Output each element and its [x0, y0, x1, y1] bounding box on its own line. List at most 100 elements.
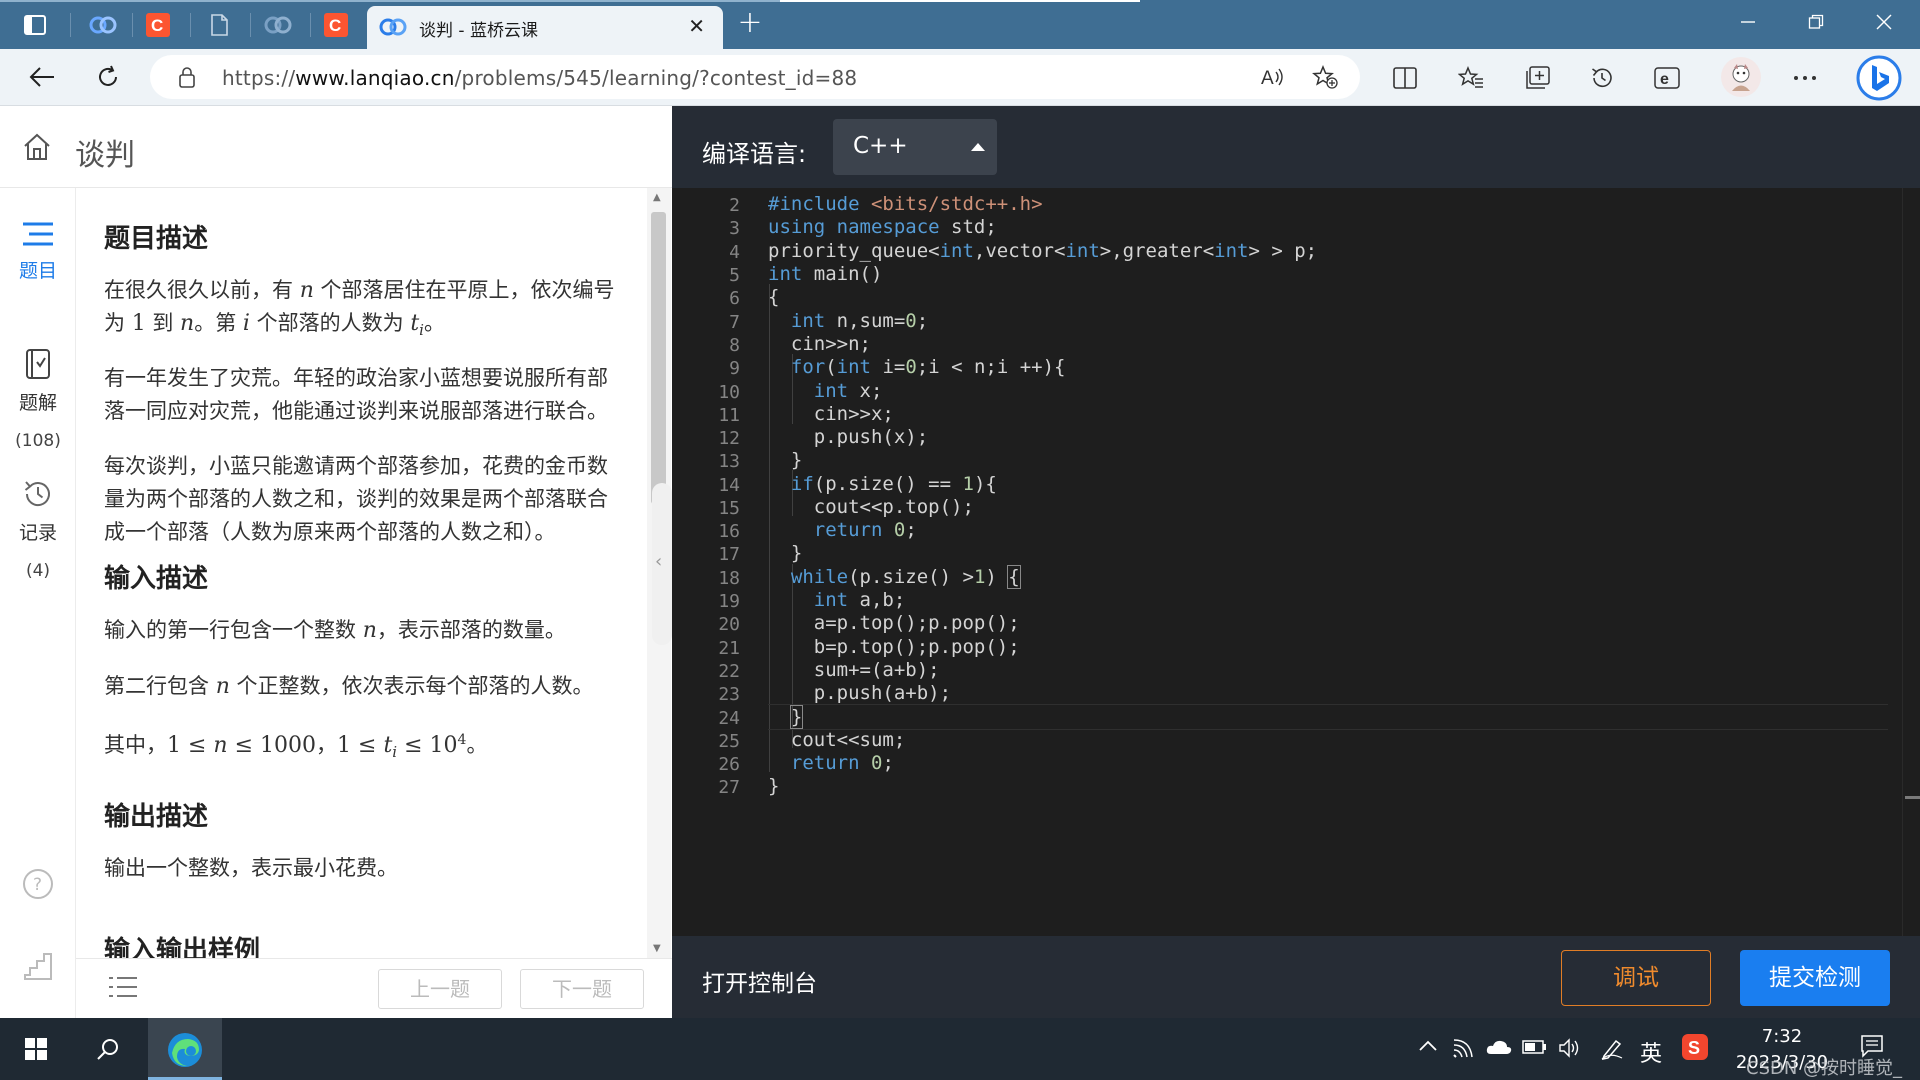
split-screen-icon[interactable]	[1388, 61, 1422, 95]
scrollbar-thumb[interactable]	[651, 212, 666, 504]
active-tab-title: 谈判 - 蓝桥云课	[419, 21, 538, 41]
line-number: 23	[718, 684, 740, 705]
sogou-input-icon[interactable]: S	[1682, 1034, 1708, 1065]
submit-button[interactable]: 提交检测	[1740, 950, 1890, 1006]
code-line-19: int a,b;	[813, 589, 906, 611]
code-line-20: a=p.top();p.pop();	[768, 612, 1020, 634]
code-line-14: if(p.size() == 1){	[790, 473, 997, 495]
internet-explorer-mode-icon[interactable]: e	[1650, 61, 1684, 95]
panel-collapse-handle[interactable]: ‹	[652, 483, 672, 645]
code-line-3: using namespace std;	[768, 216, 997, 238]
description-paragraph-2: 有一年发生了灾荒。年轻的政治家小蓝想要说服所有部落一同应对灾荒，他能通过谈判来说…	[104, 366, 608, 423]
rail-item-problem[interactable]: 题目	[0, 220, 76, 283]
description-paragraph-1: 在很久很久以前，有 n 个部落居住在平原上，依次编号为 1 到 n。第 i 个部…	[104, 278, 615, 340]
next-problem-button[interactable]: 下一题	[520, 969, 644, 1009]
debug-button[interactable]: 调试	[1561, 950, 1711, 1006]
address-bar[interactable]: https://www.lanqiao.cn/problems/545/lear…	[150, 55, 1360, 99]
tab-lanqiao-favicon-icon[interactable]	[80, 8, 126, 42]
help-icon[interactable]: ?	[0, 868, 76, 904]
scroll-down-arrow-icon[interactable]: ▼	[653, 943, 661, 954]
volume-speaker-icon[interactable]	[1558, 1038, 1582, 1063]
tab-actions-icon[interactable]	[12, 8, 58, 42]
minimize-window-icon[interactable]	[1720, 0, 1776, 46]
tab-divider	[132, 13, 133, 37]
favorites-icon[interactable]	[1454, 61, 1488, 95]
tab-divider	[190, 13, 191, 37]
battery-icon[interactable]	[1522, 1038, 1548, 1060]
line-number: 25	[718, 731, 740, 752]
ime-language-indicator[interactable]: 英	[1640, 1036, 1662, 1068]
add-favorite-star-icon[interactable]	[1310, 63, 1340, 91]
read-aloud-icon[interactable]: A	[1258, 63, 1288, 91]
tab-lanqiao-favicon-icon-2[interactable]	[255, 8, 301, 42]
more-menu-icon[interactable]	[1788, 61, 1822, 95]
onedrive-cloud-icon[interactable]	[1486, 1038, 1512, 1061]
close-window-icon[interactable]	[1856, 0, 1912, 46]
code-line-16: return 0;	[813, 519, 917, 541]
show-hidden-icons-chevron-up-icon[interactable]	[1418, 1038, 1438, 1057]
language-select[interactable]: C++	[833, 119, 997, 175]
close-tab-icon[interactable]: ✕	[688, 14, 705, 38]
problem-list-menu-icon[interactable]	[108, 975, 138, 1003]
code-token: int	[768, 263, 803, 285]
line-number: 19	[718, 591, 740, 612]
level-stairs-icon[interactable]	[0, 950, 76, 986]
pen-ink-icon[interactable]	[1600, 1038, 1624, 1065]
new-tab-button[interactable]: +	[733, 8, 767, 42]
svg-text:C: C	[151, 16, 163, 35]
rail-item-solutions[interactable]: 题解 (108)	[0, 348, 76, 451]
code-line-2: #include <bits/stdc++.h>	[768, 193, 1043, 215]
wifi-icon[interactable]	[1452, 1038, 1474, 1063]
code-line-23: p.push(a+b);	[768, 682, 952, 704]
bing-copilot-icon[interactable]	[1854, 53, 1904, 103]
language-label: 编译语言:	[702, 140, 807, 168]
line-number: 2	[729, 195, 740, 216]
code-line-18: while(p.size() >1) {	[790, 565, 1021, 589]
lock-icon[interactable]	[178, 66, 196, 92]
editor-footer: 打开控制台 调试 提交检测	[672, 936, 1920, 1018]
code-token: return	[813, 519, 883, 541]
tab-document-favicon-icon[interactable]	[196, 8, 242, 42]
url-text[interactable]: https://www.lanqiao.cn/problems/545/lear…	[222, 66, 857, 90]
profile-avatar[interactable]	[1721, 57, 1761, 97]
back-arrow-icon[interactable]	[22, 57, 62, 97]
code-line-27: }	[768, 775, 780, 797]
input-constraints: 其中，1 ≤ n ≤ 1000，1 ≤ ti ≤ 104。	[104, 732, 488, 762]
language-value: C++	[853, 133, 908, 159]
rail-item-records[interactable]: 记录 (4)	[0, 478, 76, 581]
search-icon[interactable]	[86, 1018, 130, 1080]
reload-icon[interactable]	[88, 57, 128, 97]
line-number: 21	[718, 638, 740, 659]
output-heading: 输出描述	[104, 802, 209, 832]
notification-center-icon[interactable]	[1860, 1034, 1884, 1063]
taskbar-edge-app[interactable]	[148, 1018, 222, 1080]
code-editor[interactable]: 2 3 4 5 6 7 8 9 10 11 12 13 14 15 16 17 …	[672, 188, 1920, 936]
svg-text:?: ?	[33, 875, 42, 895]
history-icon[interactable]	[1585, 61, 1619, 95]
line-number: 8	[729, 335, 740, 356]
description-heading: 题目描述	[104, 224, 209, 254]
tab-csdn-favicon-icon-2[interactable]: C	[313, 8, 359, 42]
open-console-link[interactable]: 打开控制台	[702, 964, 817, 998]
tab-csdn-favicon-icon[interactable]: C	[135, 8, 181, 42]
scroll-up-arrow-icon[interactable]: ▲	[653, 192, 661, 203]
code-line-26: return 0;	[790, 752, 894, 774]
editor-header: 编译语言: C++	[672, 106, 1920, 188]
prev-problem-button[interactable]: 上一题	[378, 969, 502, 1009]
home-icon[interactable]	[22, 132, 52, 166]
problem-list-icon	[23, 222, 53, 246]
editor-scrollbar[interactable]	[1902, 188, 1920, 936]
rail-records-label: 记录	[18, 522, 57, 544]
browser-tab-strip: C C 谈判 - 蓝桥云课 ✕ +	[0, 0, 1920, 49]
restore-window-icon[interactable]	[1788, 0, 1844, 46]
collections-icon[interactable]	[1520, 61, 1554, 95]
output-paragraph-1: 输出一个整数，表示最小花费。	[104, 856, 398, 880]
windows-start-icon[interactable]	[14, 1018, 58, 1080]
code-line-5: int main()	[768, 263, 883, 285]
active-tab[interactable]: 谈判 - 蓝桥云课 ✕	[367, 6, 723, 49]
code-line-12: p.push(x);	[768, 426, 929, 448]
edge-browser-icon	[168, 1033, 202, 1067]
browser-toolbar: https://www.lanqiao.cn/problems/545/lear…	[0, 49, 1920, 106]
line-number: 24	[718, 708, 740, 729]
rail-solutions-label: 题解	[18, 392, 57, 414]
